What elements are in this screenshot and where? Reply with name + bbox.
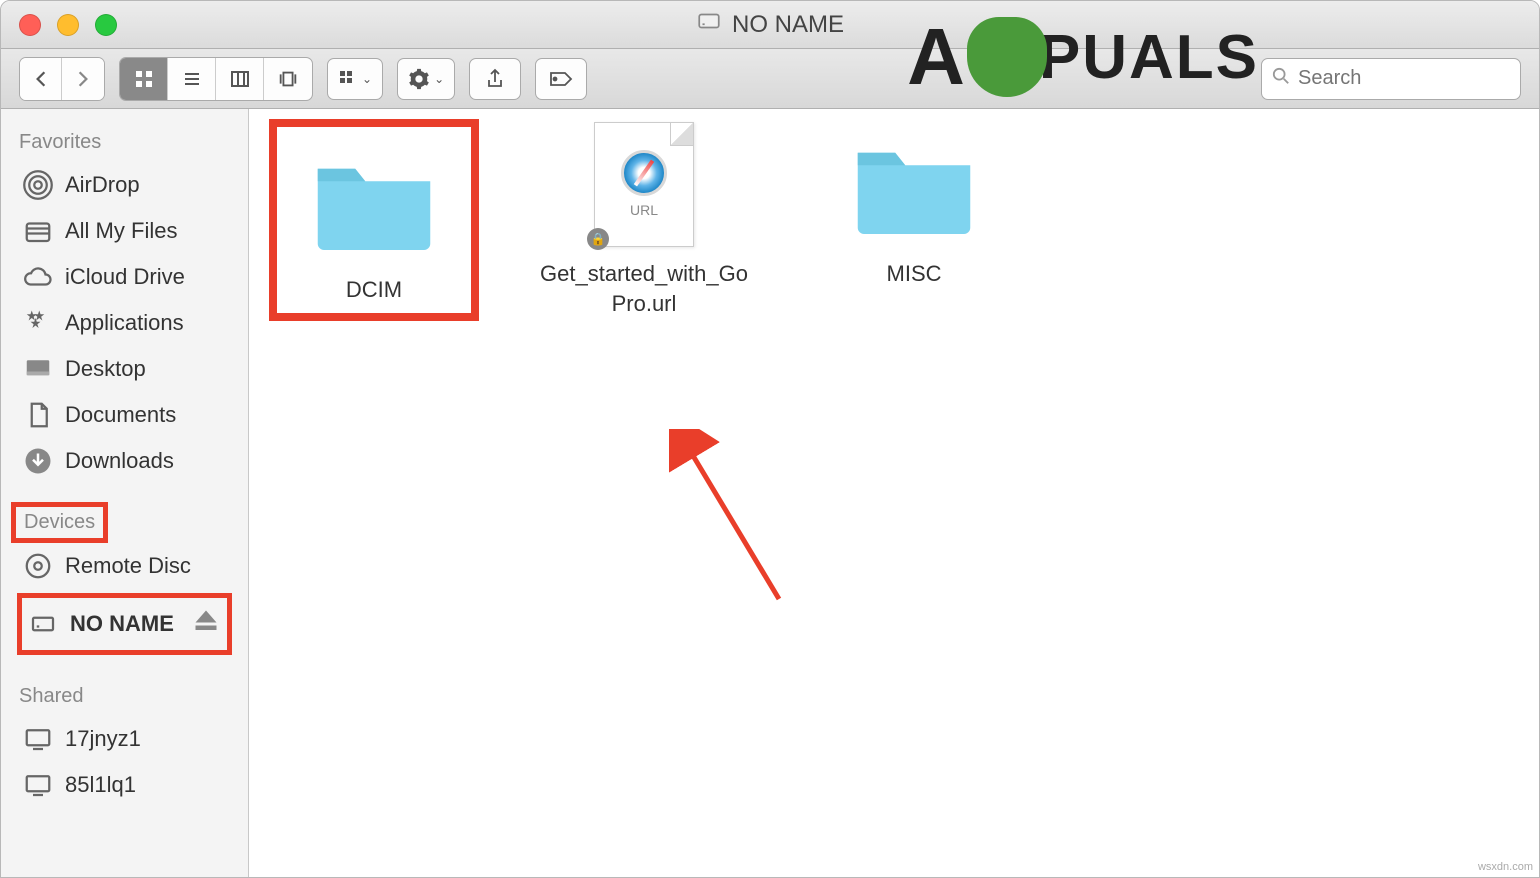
sidebar-item-label: Documents xyxy=(65,402,176,428)
monitor-icon xyxy=(23,770,53,800)
disc-icon xyxy=(23,551,53,581)
sidebar-section-devices: Devices xyxy=(11,502,108,543)
drive-icon xyxy=(696,8,722,41)
minimize-window-button[interactable] xyxy=(57,14,79,36)
close-window-button[interactable] xyxy=(19,14,41,36)
desktop-icon xyxy=(23,354,53,384)
downloads-icon xyxy=(23,446,53,476)
sidebar-item-applications[interactable]: Applications xyxy=(1,300,248,346)
sidebar-item-label: AirDrop xyxy=(65,172,140,198)
folder-icon xyxy=(289,135,459,265)
view-switcher xyxy=(119,57,313,101)
forward-button[interactable] xyxy=(62,58,104,100)
sidebar-item-desktop[interactable]: Desktop xyxy=(1,346,248,392)
window-title: NO NAME xyxy=(696,8,844,41)
url-file-icon: URL 🔒 xyxy=(559,119,729,249)
applications-icon xyxy=(23,308,53,338)
file-item-getstarted[interactable]: URL 🔒 Get_started_with_GoPro.url xyxy=(539,119,749,321)
file-item-dcim[interactable]: DCIM xyxy=(269,119,479,321)
sidebar-item-allmyfiles[interactable]: All My Files xyxy=(1,208,248,254)
list-view-button[interactable] xyxy=(168,58,216,100)
sidebar-item-icloud[interactable]: iCloud Drive xyxy=(1,254,248,300)
icloud-icon xyxy=(23,262,53,292)
airdrop-icon xyxy=(23,170,53,200)
toolbar: ⌄ ⌄ xyxy=(1,49,1539,109)
sidebar-item-label: Downloads xyxy=(65,448,174,474)
sidebar-item-label: All My Files xyxy=(65,218,177,244)
action-button[interactable]: ⌄ xyxy=(397,58,455,100)
folder-icon xyxy=(829,119,999,249)
file-grid: DCIM URL 🔒 Get_started_with_GoPro.url MI… xyxy=(249,109,1539,877)
file-label: Get_started_with_GoPro.url xyxy=(539,259,749,318)
file-item-misc[interactable]: MISC xyxy=(809,119,1019,321)
chevron-down-icon: ⌄ xyxy=(434,72,444,86)
arrange-button[interactable]: ⌄ xyxy=(327,58,383,100)
titlebar: NO NAME xyxy=(1,1,1539,49)
search-input-wrap[interactable] xyxy=(1261,58,1521,100)
chevron-down-icon: ⌄ xyxy=(362,72,372,86)
traffic-lights xyxy=(1,14,117,36)
back-button[interactable] xyxy=(20,58,62,100)
sidebar-item-label: Desktop xyxy=(65,356,146,382)
watermark: wsxdn.com xyxy=(1478,861,1533,873)
sidebar-item-label: 17jnyz1 xyxy=(65,726,141,752)
coverflow-view-button[interactable] xyxy=(264,58,312,100)
sidebar-item-documents[interactable]: Documents xyxy=(1,392,248,438)
sidebar-item-label: 85l1lq1 xyxy=(65,772,136,798)
documents-icon xyxy=(23,400,53,430)
sidebar-section-shared: Shared xyxy=(1,677,248,716)
allfiles-icon xyxy=(23,216,53,246)
sidebar-item-label: NO NAME xyxy=(70,611,174,637)
nav-group xyxy=(19,57,105,101)
sidebar-item-airdrop[interactable]: AirDrop xyxy=(1,162,248,208)
search-input[interactable] xyxy=(1298,67,1510,90)
column-view-button[interactable] xyxy=(216,58,264,100)
sidebar-item-label: iCloud Drive xyxy=(65,264,185,290)
file-label: DCIM xyxy=(346,275,402,305)
sidebar-item-noname[interactable]: NO NAME xyxy=(17,593,232,655)
sidebar-item-remotedisc[interactable]: Remote Disc xyxy=(1,543,248,589)
lock-icon: 🔒 xyxy=(587,228,609,250)
file-label: MISC xyxy=(887,259,942,289)
window-title-text: NO NAME xyxy=(732,11,844,39)
sidebar-item-label: Applications xyxy=(65,310,184,336)
tags-button[interactable] xyxy=(535,58,587,100)
finder-window: NO NAME ⌄ ⌄ xyxy=(0,0,1540,878)
sidebar-item-shared-1[interactable]: 17jnyz1 xyxy=(1,716,248,762)
search-icon xyxy=(1272,67,1290,90)
monitor-icon xyxy=(23,724,53,754)
sidebar-item-shared-2[interactable]: 85l1lq1 xyxy=(1,762,248,808)
sidebar-item-label: Remote Disc xyxy=(65,553,191,579)
url-tag: URL xyxy=(630,202,658,218)
drive-icon xyxy=(28,609,58,639)
sidebar-section-favorites: Favorites xyxy=(1,123,248,162)
safari-icon xyxy=(621,150,667,196)
eject-button[interactable] xyxy=(191,606,221,642)
icon-view-button[interactable] xyxy=(120,58,168,100)
sidebar-item-downloads[interactable]: Downloads xyxy=(1,438,248,484)
maximize-window-button[interactable] xyxy=(95,14,117,36)
sidebar: Favorites AirDrop All My Files iCloud Dr… xyxy=(1,109,249,877)
arrow-annotation xyxy=(669,429,809,614)
share-button[interactable] xyxy=(469,58,521,100)
window-body: Favorites AirDrop All My Files iCloud Dr… xyxy=(1,109,1539,877)
